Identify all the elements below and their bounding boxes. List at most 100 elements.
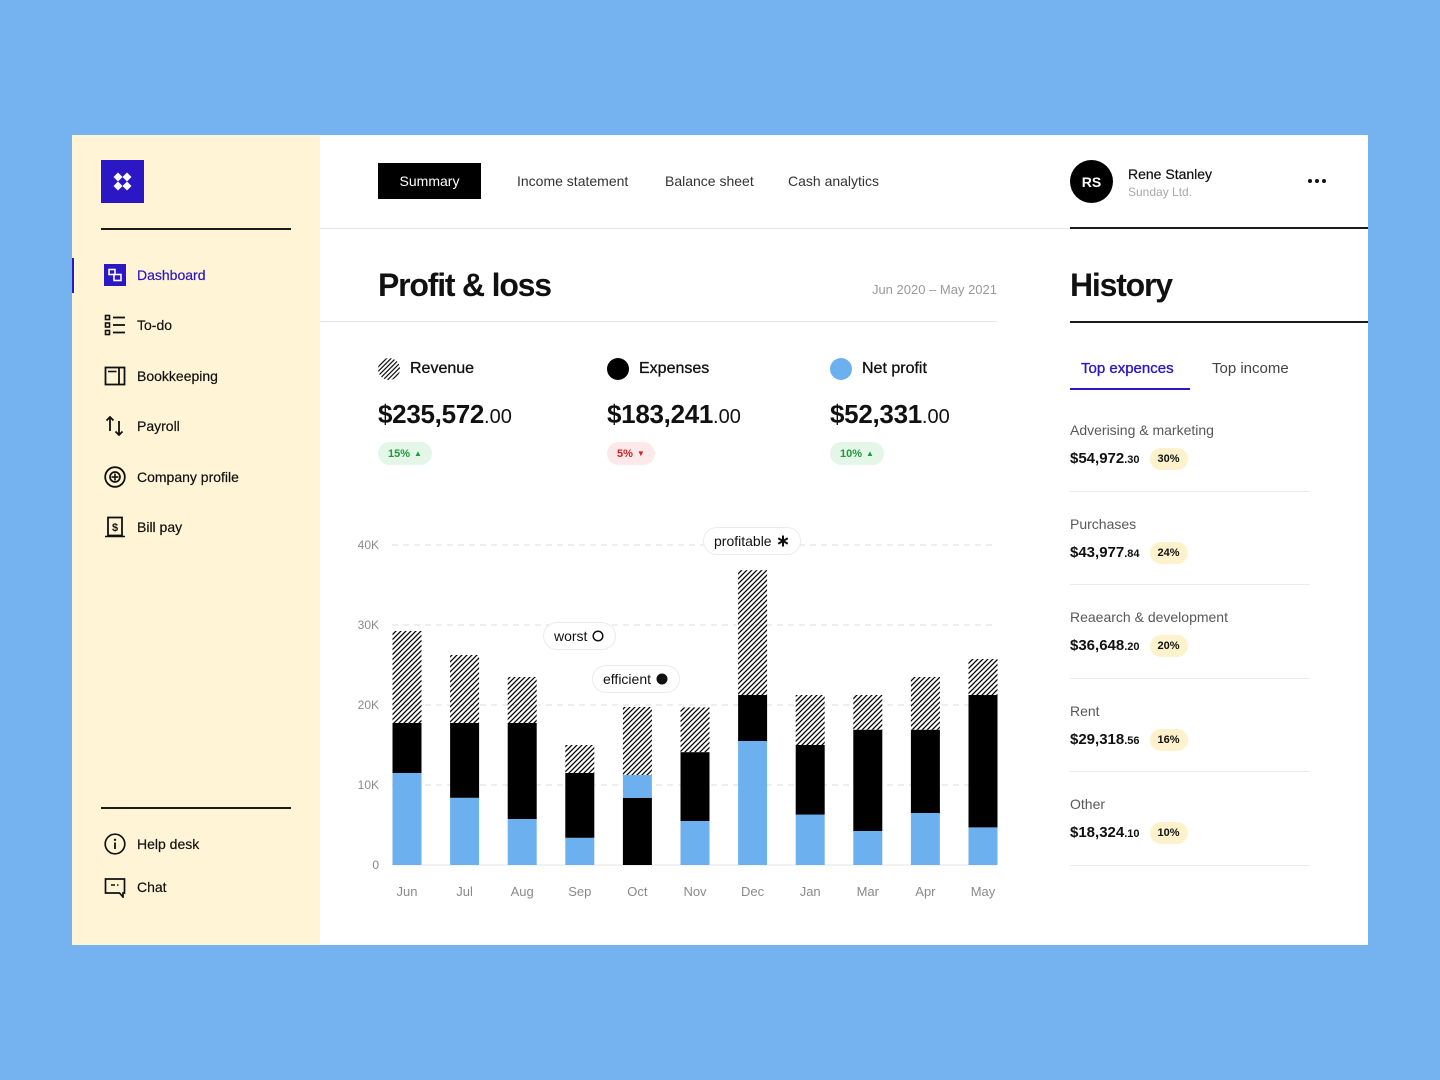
- sidebar-item-label: To-do: [137, 317, 173, 333]
- dollar-bill-icon: $: [105, 516, 125, 538]
- history-item-amount: $43,977.84: [1070, 544, 1140, 562]
- bar-segment-revenue[interactable]: [910, 677, 940, 730]
- sidebar-item-dashboard[interactable]: Dashboard: [104, 258, 206, 292]
- sidebar-item-label: Bookkeeping: [137, 368, 218, 384]
- bar-segment-revenue[interactable]: [450, 655, 480, 723]
- percent-badge: 16%: [1149, 728, 1188, 751]
- amount-cents: .20: [1124, 641, 1140, 653]
- bar-segment-net-profit[interactable]: [392, 773, 422, 865]
- sidebar-item-label: Company profile: [137, 469, 239, 485]
- bar-segment-revenue[interactable]: [738, 570, 768, 695]
- bar-segment-revenue[interactable]: [622, 707, 652, 775]
- sidebar-item-label: Dashboard: [137, 267, 206, 283]
- sidebar-item-chat[interactable]: Chat: [104, 870, 167, 904]
- bar-segment-net-profit[interactable]: [507, 819, 537, 865]
- bar-segment-revenue[interactable]: [968, 659, 998, 695]
- x-tick-label: Aug: [511, 884, 534, 899]
- bar-segment-expenses[interactable]: [392, 723, 422, 773]
- bar-segment-net-profit[interactable]: [622, 775, 652, 798]
- bar-segment-net-profit[interactable]: [795, 814, 825, 865]
- bar-segment-expenses[interactable]: [680, 752, 710, 821]
- active-nav-indicator: [72, 258, 74, 293]
- sidebar-item-label: Bill pay: [137, 519, 183, 535]
- sidebar-item-to-do[interactable]: To-do: [104, 308, 172, 342]
- annotation-label: worst: [554, 628, 588, 644]
- tab-top-income[interactable]: Top income: [1212, 359, 1289, 379]
- amount-whole: $36,648: [1070, 637, 1125, 654]
- bar-segment-revenue[interactable]: [853, 695, 883, 730]
- sidebar-divider: [101, 228, 291, 230]
- sidebar-item-help-desk[interactable]: Help desk: [104, 827, 199, 861]
- history-item[interactable]: Adverising & marketing $54,972.30 30%: [1070, 398, 1310, 492]
- amount-cents: .10: [1124, 828, 1140, 840]
- bar-segment-net-profit[interactable]: [450, 797, 480, 865]
- bar-segment-revenue[interactable]: [507, 677, 537, 723]
- stat-revenue: Revenue $235,572.00 15% ▲: [378, 358, 512, 465]
- amount-cents: .00: [484, 406, 512, 428]
- bar-segment-net-profit[interactable]: [680, 821, 710, 865]
- bar-segment-net-profit[interactable]: [910, 813, 940, 865]
- bar-segment-expenses[interactable]: [968, 695, 998, 828]
- history-item[interactable]: Rent $29,318.56 16%: [1070, 679, 1310, 772]
- history-title-divider: [1070, 321, 1368, 323]
- bar-segment-expenses[interactable]: [565, 773, 595, 838]
- tab-summary[interactable]: Summary: [378, 163, 481, 199]
- tab-cash-analytics[interactable]: Cash analytics: [788, 163, 879, 199]
- bar-segment-net-profit[interactable]: [565, 837, 595, 865]
- book-icon: [104, 366, 126, 386]
- bar-stack-mar: [853, 695, 883, 865]
- bar-stack-apr: [910, 677, 940, 865]
- tab-top-expences[interactable]: Top expences: [1081, 359, 1174, 379]
- bar-segment-expenses[interactable]: [507, 723, 537, 819]
- more-options-button[interactable]: [1305, 173, 1329, 189]
- bar-segment-net-profit[interactable]: [853, 831, 883, 865]
- date-range[interactable]: Jun 2020 – May 2021: [872, 282, 997, 297]
- avatar[interactable]: RS: [1070, 160, 1113, 203]
- annotation-profitable[interactable]: profitable: [703, 527, 801, 555]
- asterisk-icon: [777, 535, 788, 547]
- bar-segment-revenue[interactable]: [795, 695, 825, 745]
- sidebar-item-bill-pay[interactable]: $ Bill pay: [104, 510, 182, 544]
- sidebar-item-company-profile[interactable]: Company profile: [104, 460, 239, 494]
- history-item[interactable]: Other $18,324.10 10%: [1070, 772, 1310, 866]
- annotation-worst[interactable]: worst: [543, 622, 617, 650]
- user-company: Sunday Ltd.: [1128, 185, 1193, 199]
- app-logo[interactable]: [101, 160, 144, 203]
- history-item[interactable]: Purchases $43,977.84 24%: [1070, 492, 1310, 585]
- bar-segment-revenue[interactable]: [680, 707, 710, 753]
- history-item[interactable]: Reaearch & development $36,648.20 20%: [1070, 585, 1310, 679]
- history-item-amount: $36,648.20: [1070, 637, 1140, 655]
- stat-label: Net profit: [862, 360, 927, 377]
- profit-loss-chart: 0 10K 20K 30K 40K Jun Jul Aug Sep Oct Nov Dec Jan Mar…: [358, 538, 998, 899]
- tab-balance-sheet[interactable]: Balance sheet: [665, 163, 754, 199]
- bar-segment-expenses[interactable]: [853, 729, 883, 831]
- sidebar-item-bookkeeping[interactable]: Bookkeeping: [104, 359, 218, 393]
- bar-segment-revenue[interactable]: [392, 631, 422, 723]
- x-tick-label: Nov: [683, 884, 707, 899]
- percent-badge: 10%: [1149, 822, 1188, 844]
- checklist-icon: [104, 314, 125, 336]
- amount-whole: $183,241: [607, 399, 714, 429]
- x-tick-label: Mar: [857, 884, 880, 899]
- info-icon: [104, 833, 126, 855]
- bar-segment-revenue[interactable]: [565, 745, 595, 773]
- sidebar-item-label: Chat: [137, 879, 167, 895]
- bar-stack-jun: [392, 631, 422, 865]
- bar-segment-expenses[interactable]: [738, 695, 768, 741]
- y-tick-label: 40K: [358, 538, 379, 552]
- tab-income-statement[interactable]: Income statement: [517, 163, 628, 199]
- x-tick-label: Oct: [627, 884, 648, 899]
- sidebar-item-payroll[interactable]: Payroll: [104, 409, 180, 443]
- history-item-amount: $29,318.56: [1070, 731, 1140, 749]
- open-circle-icon: [592, 630, 605, 642]
- history-item-amount: $18,324.10: [1070, 824, 1140, 842]
- history-item-label: Purchases: [1070, 515, 1137, 532]
- bar-segment-expenses[interactable]: [795, 745, 825, 815]
- annotation-efficient[interactable]: efficient: [592, 665, 680, 693]
- bar-segment-net-profit[interactable]: [968, 827, 998, 865]
- bar-segment-expenses[interactable]: [450, 723, 480, 798]
- bar-segment-net-profit[interactable]: [738, 741, 768, 865]
- bar-segment-expenses[interactable]: [910, 729, 940, 813]
- bar-segment-expenses[interactable]: [622, 797, 652, 865]
- history-item-amount: $54,972.30: [1070, 450, 1140, 468]
